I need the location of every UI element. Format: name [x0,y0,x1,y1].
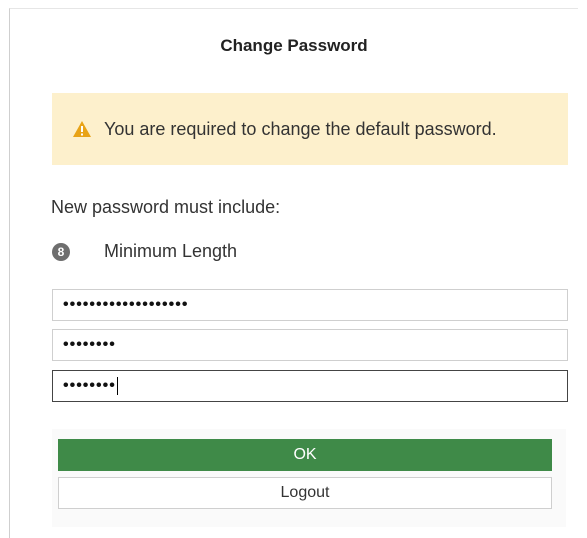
logout-button[interactable]: Logout [58,477,552,509]
password-value: •••••••• [63,377,116,394]
requirement-badge: 8 [52,242,70,261]
old-password-field[interactable]: ••••••••••••••••••• [52,289,568,321]
requirement-item: 8 Minimum Length [52,241,237,262]
warning-icon [72,120,92,138]
dialog-title: Change Password [220,36,368,55]
password-value: •••••••• [63,336,116,353]
ok-button[interactable]: OK [58,439,552,471]
requirement-label: Minimum Length [104,241,238,261]
text-caret [116,377,118,395]
password-value: ••••••••••••••••••• [63,296,189,313]
new-password-field[interactable]: •••••••• [52,329,568,361]
warning-banner: You are required to change the default p… [52,93,568,165]
change-password-dialog: Change Password You are required to chan… [9,8,578,538]
requirements-heading: New password must include: [51,197,281,217]
confirm-password-field[interactable]: •••••••• [52,370,568,402]
warning-text: You are required to change the default p… [104,118,497,139]
actions-panel: OK Logout [52,429,566,527]
